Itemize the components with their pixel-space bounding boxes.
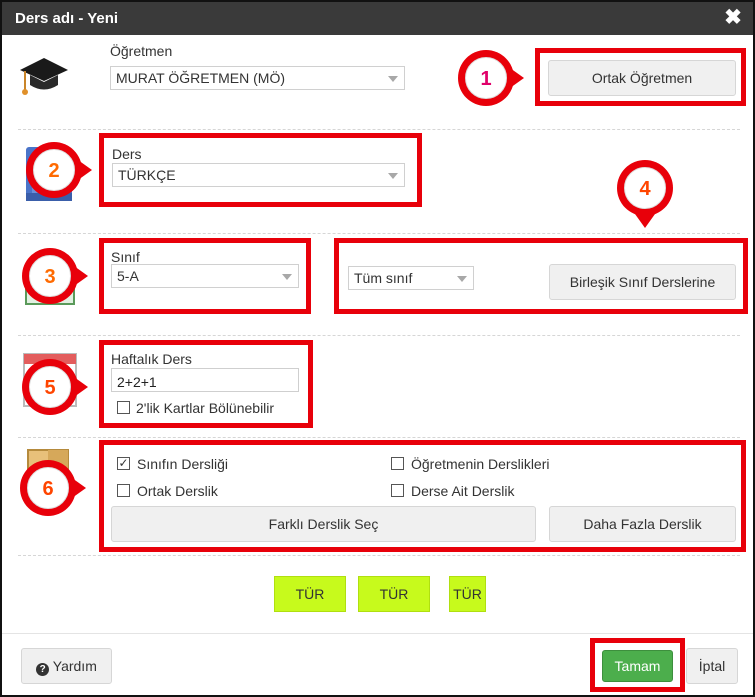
divider	[18, 233, 740, 234]
class-select-value: 5-A	[117, 268, 139, 284]
annotation-badge-1: 1	[458, 50, 524, 106]
course-select[interactable]: TÜRKÇE	[112, 163, 405, 187]
dialog-window: Ders adı - Yeni ✖ Öğretmen MURAT ÖĞRETME…	[0, 0, 755, 697]
cancel-button[interactable]: İptal	[686, 648, 738, 684]
tur-button-1[interactable]: TÜR	[274, 576, 346, 612]
badge-number: 1	[465, 57, 507, 99]
help-icon: ?	[36, 663, 50, 676]
classroom-option-label: Sınıfın Dersliği	[137, 456, 229, 472]
graduation-cap-icon	[20, 58, 68, 95]
group-select-value: Tüm sınıf	[354, 270, 413, 286]
class-select[interactable]: 5-A	[111, 264, 299, 288]
badge-number: 4	[624, 167, 666, 209]
divider	[18, 129, 740, 130]
classroom-checkbox-course[interactable]	[391, 484, 404, 497]
students-icon	[25, 281, 75, 305]
teacher-select[interactable]: MURAT ÖĞRETMEN (MÖ)	[110, 66, 405, 90]
weekly-hours-input[interactable]	[111, 368, 299, 392]
help-button-label: Yardım	[52, 658, 97, 674]
chevron-down-icon	[457, 276, 467, 282]
window-title: Ders adı - Yeni	[15, 10, 119, 27]
course-label: Ders	[112, 146, 142, 162]
teacher-select-value: MURAT ÖĞRETMEN (MÖ)	[116, 70, 286, 86]
door-icon	[27, 449, 69, 495]
book-icon	[26, 147, 72, 201]
title-bar[interactable]: Ders adı - Yeni ✖	[2, 2, 753, 35]
tur-button-3[interactable]: TÜR	[449, 576, 486, 612]
divider	[18, 555, 740, 556]
help-button[interactable]: ? Yardım	[21, 648, 112, 684]
annotation-badge-4: 4	[617, 160, 673, 228]
classroom-option-label: Derse Ait Derslik	[411, 483, 515, 499]
calendar-icon	[23, 353, 77, 407]
divider	[18, 437, 740, 438]
choose-classroom-button[interactable]: Farklı Derslik Seç	[111, 506, 536, 542]
weekly-label: Haftalık Ders	[111, 351, 192, 367]
classroom-option-label: Ortak Derslik	[137, 483, 218, 499]
more-classrooms-button[interactable]: Daha Fazla Derslik	[549, 506, 736, 542]
common-teacher-button[interactable]: Ortak Öğretmen	[548, 60, 736, 96]
split-cards-label: 2'lik Kartlar Bölünebilir	[136, 400, 275, 416]
classroom-checkbox-own[interactable]: ✓	[117, 457, 130, 470]
classroom-option-label: Öğretmenin Derslikleri	[411, 456, 550, 472]
classroom-checkbox-common[interactable]	[117, 484, 130, 497]
tur-button-2[interactable]: TÜR	[358, 576, 430, 612]
split-cards-checkbox[interactable]	[117, 401, 130, 414]
divider	[18, 335, 740, 336]
chevron-down-icon	[282, 274, 292, 280]
group-select[interactable]: Tüm sınıf	[348, 266, 474, 290]
course-select-value: TÜRKÇE	[118, 167, 176, 183]
ok-button[interactable]: Tamam	[602, 650, 673, 682]
chevron-down-icon	[388, 173, 398, 179]
classroom-checkbox-teacher[interactable]	[391, 457, 404, 470]
footer-divider	[2, 633, 753, 634]
class-label: Sınıf	[111, 249, 140, 265]
chevron-down-icon	[388, 76, 398, 82]
close-icon[interactable]: ✖	[722, 6, 744, 30]
combined-class-button[interactable]: Birleşik Sınıf Derslerine	[549, 264, 736, 300]
teacher-label: Öğretmen	[110, 43, 173, 59]
